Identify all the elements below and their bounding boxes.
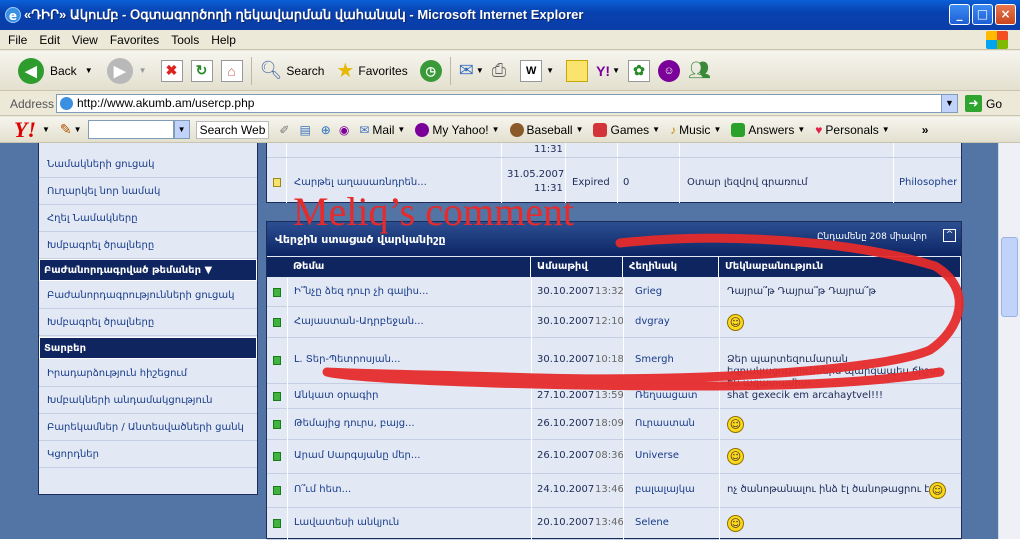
red-marker-scribble — [322, 233, 964, 391]
browser-window: e «ԴԻՐ» Ակումբ - Օգտագործողի ղեկավարման … — [0, 0, 1020, 540]
